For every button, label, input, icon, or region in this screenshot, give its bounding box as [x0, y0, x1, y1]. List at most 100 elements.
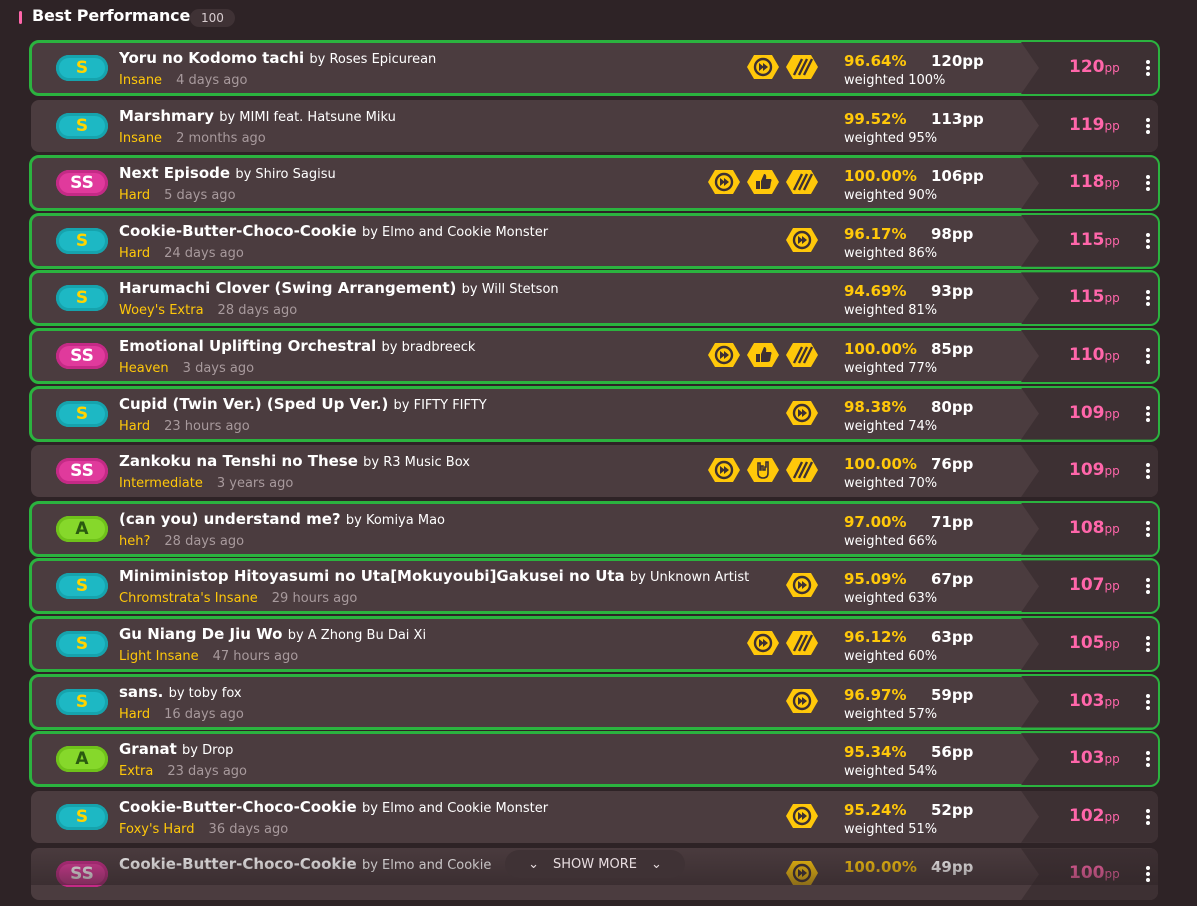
more-options-icon[interactable] [1143, 808, 1153, 825]
more-options-icon[interactable] [1143, 693, 1153, 710]
grade-badge: S [56, 285, 108, 312]
beatmap-title[interactable]: Cupid (Twin Ver.) (Sped Up Ver.) by FIFT… [119, 395, 487, 413]
raw-pp: 59pp [931, 685, 974, 704]
score-row[interactable]: S Yoru no Kodomo tachi by Roses Epicurea… [29, 40, 1160, 96]
auto-icon [784, 803, 820, 829]
accuracy: 95.24% [844, 800, 907, 819]
time-ago: 23 days ago [167, 764, 247, 780]
score-row[interactable]: SS Zankoku na Tenshi no These by R3 Musi… [31, 445, 1158, 498]
accuracy: 99.52% [844, 109, 907, 128]
weighted-pp: 120pp [1069, 57, 1120, 77]
score-row[interactable]: S Cookie-Butter-Choco-Cookie by Elmo and… [31, 790, 1158, 843]
beatmap-title[interactable]: Marshmary by MIMI feat. Hatsune Miku [119, 107, 396, 125]
score-row[interactable]: S Miniministop Hitoyasumi no Uta[Mokuyou… [29, 558, 1160, 615]
raw-pp: 85pp [931, 339, 974, 358]
pp-unit: pp [1104, 867, 1120, 882]
more-options-icon[interactable] [1143, 175, 1153, 192]
score-row[interactable]: SS Next Episode by Shiro Sagisu Hard 5 da… [29, 155, 1160, 212]
difficulty-name: Light Insane [119, 648, 199, 664]
weighted-pp: 100pp [1069, 863, 1120, 883]
song-title: Next Episode [119, 164, 231, 183]
grade-badge: A [56, 746, 108, 773]
accuracy: 97.00% [844, 512, 907, 531]
pp-unit: pp [1104, 61, 1120, 75]
difficulty-line: Hard 5 days ago [119, 188, 236, 203]
weighted-pp: 110pp [1069, 345, 1120, 365]
mods-list [745, 54, 820, 82]
weight-percent: weighted 77% [844, 360, 938, 376]
song-artist: by A Zhong Bu Dai Xi [287, 627, 427, 643]
beatmap-title[interactable]: Cookie-Butter-Choco-Cookie by Elmo and C… [119, 222, 548, 240]
score-row[interactable]: SS Emotional Uplifting Orchestral by bra… [29, 327, 1160, 384]
beatmap-title[interactable]: Harumachi Clover (Swing Arrangement) by … [119, 279, 559, 297]
song-artist: by Shiro Sagisu [235, 167, 336, 183]
accuracy: 100.00% [844, 455, 917, 474]
accuracy: 100.00% [844, 167, 917, 186]
score-row[interactable]: A Granat by Drop Extra 23 days ago 95.34%… [29, 731, 1160, 788]
auto-icon [745, 630, 781, 656]
dash-icon [784, 169, 820, 195]
beatmap-title[interactable]: Cookie-Butter-Choco-Cookie by Elmo and C… [119, 798, 548, 816]
weighted-pp-value: 108 [1069, 517, 1105, 538]
difficulty-name: Hard [119, 418, 151, 434]
more-options-icon[interactable] [1143, 348, 1153, 364]
more-options-icon[interactable] [1143, 60, 1153, 76]
beatmap-title[interactable]: sans. by toby fox [119, 683, 242, 701]
song-title: Cookie-Butter-Choco-Cookie [119, 855, 357, 874]
more-options-icon[interactable] [1143, 117, 1153, 134]
weighted-pp-value: 105 [1069, 632, 1105, 653]
dash-icon [784, 54, 820, 80]
score-row[interactable]: S Gu Niang De Jiu Wo by A Zhong Bu Dai X… [29, 615, 1160, 672]
time-ago: 3 days ago [182, 360, 255, 376]
beatmap-title[interactable]: Zankoku na Tenshi no These by R3 Music B… [119, 452, 470, 470]
beatmap-title[interactable]: Granat by Drop [119, 740, 233, 758]
grade-badge: S [56, 400, 108, 427]
accuracy: 95.09% [844, 570, 907, 589]
more-options-icon[interactable] [1143, 290, 1153, 307]
more-options-icon[interactable] [1143, 405, 1153, 422]
raw-pp: 106pp [931, 167, 984, 186]
dash-icon [784, 630, 820, 656]
score-row[interactable]: S Cupid (Twin Ver.) (Sped Up Ver.) by FI… [29, 385, 1160, 442]
difficulty-line: Extra 23 days ago [119, 764, 247, 779]
mods-list [706, 457, 820, 485]
mods-list [784, 860, 820, 888]
show-more-button[interactable]: ⌄ SHOW MORE ⌄ [505, 850, 685, 878]
beatmap-title[interactable]: Miniministop Hitoyasumi no Uta[Mokuyoubi… [119, 567, 749, 585]
beatmap-title[interactable]: Next Episode by Shiro Sagisu [119, 164, 336, 182]
beatmap-title[interactable]: Cookie-Butter-Choco-Cookie by Elmo and C… [119, 855, 491, 873]
weighted-pp: 119pp [1069, 115, 1120, 135]
more-options-icon[interactable] [1143, 232, 1153, 249]
grade-badge: SS [56, 861, 108, 888]
beatmap-title[interactable]: (can you) understand me? by Komiya Mao [119, 510, 445, 528]
weight-percent: weighted 81% [844, 303, 938, 319]
weight-percent: weighted 63% [844, 591, 938, 607]
song-artist: by Unknown Artist [629, 570, 750, 586]
score-row[interactable]: S Harumachi Clover (Swing Arrangement) b… [29, 270, 1160, 327]
weight-percent: weighted 57% [844, 706, 938, 722]
raw-pp: 76pp [931, 455, 974, 474]
song-title: Marshmary [119, 106, 214, 125]
time-ago: 4 days ago [176, 73, 248, 88]
more-options-icon[interactable] [1143, 520, 1153, 537]
mods-list [784, 400, 820, 428]
pp-unit: pp [1104, 406, 1120, 421]
song-title: Gu Niang De Jiu Wo [119, 624, 283, 643]
more-options-icon[interactable] [1143, 578, 1153, 595]
beatmap-title[interactable]: Emotional Uplifting Orchestral by bradbr… [119, 337, 475, 355]
song-artist: by MIMI feat. Hatsune Miku [219, 109, 396, 125]
score-row[interactable]: S Cookie-Butter-Choco-Cookie by Elmo and… [29, 212, 1160, 269]
score-row[interactable]: A (can you) understand me? by Komiya Mao… [29, 500, 1160, 557]
rock-icon [745, 457, 781, 483]
more-options-icon[interactable] [1143, 463, 1153, 480]
more-options-icon[interactable] [1143, 751, 1153, 768]
more-options-icon[interactable] [1143, 636, 1153, 652]
beatmap-title[interactable]: Yoru no Kodomo tachi by Roses Epicurean [119, 49, 436, 67]
more-options-icon[interactable] [1143, 866, 1153, 883]
score-row[interactable]: S Marshmary by MIMI feat. Hatsune Miku I… [31, 99, 1158, 152]
score-row[interactable]: S sans. by toby fox Hard 16 days ago 96.9… [29, 673, 1160, 730]
song-title: (can you) understand me? [119, 509, 341, 528]
beatmap-title[interactable]: Gu Niang De Jiu Wo by A Zhong Bu Dai Xi [119, 625, 426, 643]
weight-percent: weighted 74% [844, 418, 938, 434]
weighted-pp: 109pp [1069, 403, 1120, 423]
